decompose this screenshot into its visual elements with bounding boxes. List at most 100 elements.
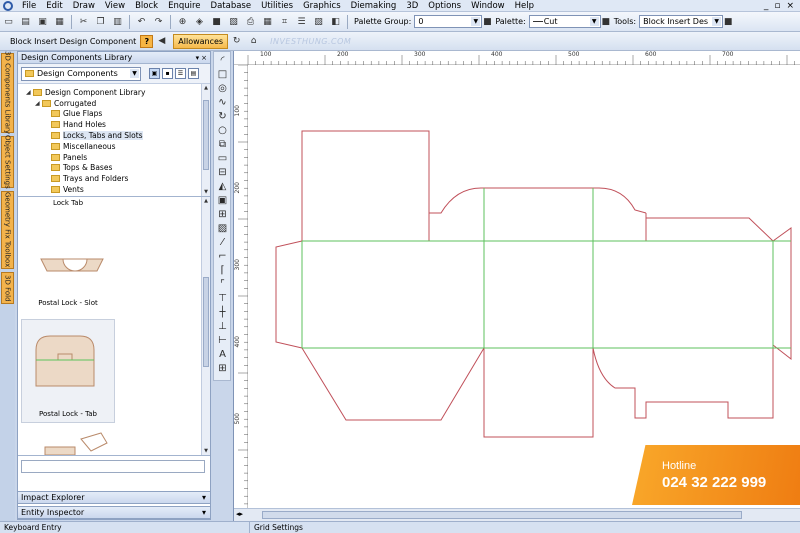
pin-icon[interactable]: ▾ <box>202 508 210 517</box>
preview-postal-lock-tab[interactable]: Postal Lock - Tab <box>21 319 115 423</box>
print-icon[interactable]: ⎙ <box>243 15 258 29</box>
arc-tool-icon[interactable]: ◜ <box>216 54 229 66</box>
properties-icon[interactable]: ☰ <box>294 15 309 29</box>
perpendicular-tool-icon[interactable]: ⊤ <box>216 292 229 304</box>
tree-item-miscellaneous[interactable]: Miscellaneous <box>18 141 210 152</box>
pin-icon[interactable]: ▾ <box>196 54 200 62</box>
drawing-canvas[interactable] <box>248 65 800 508</box>
menu-graphics[interactable]: Graphics <box>298 1 346 11</box>
tab-object-settings[interactable]: Object Settings <box>1 135 14 189</box>
cube-icon[interactable]: ■ <box>209 15 224 29</box>
color-icon[interactable]: ◧ <box>328 15 343 29</box>
snap-icon[interactable]: ⌗ <box>277 15 292 29</box>
tab-3d-fold[interactable]: 3D Fold <box>1 272 14 304</box>
preview-next-item[interactable] <box>21 429 115 455</box>
description-field[interactable] <box>21 460 205 473</box>
three-d-view-icon[interactable]: ◈ <box>192 15 207 29</box>
redo-icon[interactable]: ↷ <box>151 15 166 29</box>
layers-tool-icon[interactable]: ▭ <box>216 152 229 164</box>
corner-tool-icon[interactable]: ⌐ <box>216 250 229 262</box>
scroll-down-icon[interactable]: ▼ <box>202 188 210 196</box>
menu-block[interactable]: Block <box>130 1 163 11</box>
tree-scrollbar[interactable]: ▲ ▼ <box>201 84 210 196</box>
scroll-up-icon[interactable]: ▲ <box>202 197 210 205</box>
copy-tool-icon[interactable]: ⧉ <box>216 138 229 150</box>
palette-group-select[interactable]: 0 ▼ <box>414 15 483 28</box>
extend-tool-icon[interactable]: ⊥ <box>216 320 229 332</box>
save-all-icon[interactable]: ▦ <box>52 15 67 29</box>
tree-category[interactable]: ◢ Corrugated <box>18 98 210 109</box>
settings-icon[interactable]: ⌂ <box>246 34 261 48</box>
tree-item-panels[interactable]: Panels <box>18 152 210 163</box>
palette-swatch-icon[interactable]: ■ <box>483 15 492 29</box>
copy-icon[interactable]: ❐ <box>93 15 108 29</box>
preview-postal-lock-slot[interactable]: Postal Lock - Slot <box>21 299 115 313</box>
tree-item-locks-tabs-slots[interactable]: Locks, Tabs and Slots <box>18 130 210 141</box>
tree-item-trays-folders[interactable]: Trays and Folders <box>18 173 210 184</box>
refresh-icon[interactable]: ↻ <box>229 34 244 48</box>
tree-item-vents[interactable]: Vents <box>18 184 210 195</box>
close-icon[interactable]: × <box>786 1 794 11</box>
zoom-icon[interactable]: ⊕ <box>175 15 190 29</box>
close-icon[interactable]: × <box>201 54 207 62</box>
grid-icon[interactable]: ▦ <box>260 15 275 29</box>
entity-inspector-panel[interactable]: Entity Inspector ▾ <box>17 506 211 519</box>
menu-enquire[interactable]: Enquire <box>163 1 205 11</box>
cut-icon[interactable]: ✂ <box>76 15 91 29</box>
save-icon[interactable]: ▣ <box>35 15 50 29</box>
help-button[interactable]: ? <box>140 34 154 48</box>
tree-item-tops-bases[interactable]: Tops & Bases <box>18 163 210 174</box>
tab-geometry-fix-toolbox[interactable]: Geometry Fix Toolbox <box>1 191 14 269</box>
palette-swatch-icon[interactable]: ■ <box>601 15 610 29</box>
tree-item-glue-flaps[interactable]: Glue Flaps <box>18 109 210 120</box>
paste-icon[interactable]: ▥ <box>110 15 125 29</box>
break-tool-icon[interactable]: ⊢ <box>216 334 229 346</box>
impact-explorer-panel[interactable]: Impact Explorer ▾ <box>17 491 211 504</box>
collapse-icon[interactable]: ◢ <box>26 89 32 96</box>
menu-edit[interactable]: Edit <box>41 1 67 11</box>
minimize-icon[interactable]: _ <box>764 1 769 11</box>
diagonal-line-icon[interactable]: ⁄ <box>216 236 229 248</box>
circle-tool-icon[interactable]: ○ <box>216 124 229 136</box>
layer-icon[interactable]: ▧ <box>226 15 241 29</box>
line-end-tool-icon[interactable]: ┼ <box>216 306 229 318</box>
menu-options[interactable]: Options <box>423 1 466 11</box>
chevron-down-icon[interactable]: ▼ <box>471 17 481 26</box>
tools-select[interactable]: Block Insert Des ▼ <box>639 15 724 28</box>
target-tool-icon[interactable]: ◎ <box>216 82 229 94</box>
scroll-up-icon[interactable]: ▲ <box>202 84 210 92</box>
collapse-icon[interactable]: ◢ <box>35 100 41 107</box>
menu-window[interactable]: Window <box>466 1 510 11</box>
small-icons-view-icon[interactable]: ▪ <box>162 68 173 79</box>
page-tab-icon[interactable]: ◂▸ <box>236 510 243 518</box>
chevron-down-icon[interactable]: ▼ <box>130 68 139 78</box>
palette-select[interactable]: Cut ▼ <box>528 15 601 28</box>
chevron-down-icon[interactable]: ▼ <box>712 17 722 26</box>
fillet-tool-icon[interactable]: ⌈ <box>216 264 229 276</box>
chevron-down-icon[interactable]: ▼ <box>589 17 599 26</box>
allowances-button[interactable]: Allowances <box>173 33 229 49</box>
chamfer-tool-icon[interactable]: ⌜ <box>216 278 229 290</box>
menu-draw[interactable]: Draw <box>68 1 100 11</box>
library-type-select[interactable]: Design Components ▼ <box>21 66 141 81</box>
image-icon[interactable]: ▨ <box>311 15 326 29</box>
details-view-icon[interactable]: ▤ <box>188 68 199 79</box>
menu-3d[interactable]: 3D <box>401 1 423 11</box>
hatch-tool-icon[interactable]: ▨ <box>216 222 229 234</box>
menu-utilities[interactable]: Utilities <box>256 1 298 11</box>
tools-swatch-icon[interactable]: ■ <box>724 15 733 29</box>
scroll-thumb[interactable] <box>203 100 209 170</box>
list-view-icon[interactable]: ☰ <box>175 68 186 79</box>
canvas-horizontal-scrollbar[interactable]: ◂▸ <box>234 508 800 521</box>
box-tool-icon[interactable]: ▣ <box>216 194 229 206</box>
scroll-thumb[interactable] <box>262 511 742 519</box>
menu-database[interactable]: Database <box>206 1 257 11</box>
menu-help[interactable]: Help <box>510 1 539 11</box>
mirror-tool-icon[interactable]: ◭ <box>216 180 229 192</box>
restore-icon[interactable]: ▫ <box>774 1 780 11</box>
scroll-thumb[interactable] <box>203 277 209 367</box>
pin-icon[interactable]: ▾ <box>202 493 210 502</box>
scroll-down-icon[interactable]: ▼ <box>202 447 210 455</box>
new-file-icon[interactable]: ▭ <box>1 15 16 29</box>
curve-tool-icon[interactable]: ∿ <box>216 96 229 108</box>
